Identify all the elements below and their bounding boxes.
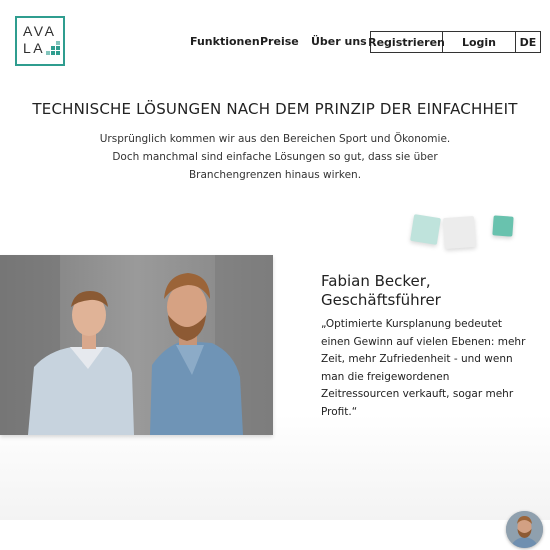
logo-pixel (56, 41, 60, 45)
page-headline: TECHNISCHE LÖSUNGEN NACH DEM PRINZIP DER… (32, 100, 518, 118)
quote-line: Zeit, mehr Zufriedenheit - und wenn (321, 353, 513, 365)
logo-pixel (56, 51, 60, 55)
testimonial-author: Fabian Becker, Geschäftsführer (321, 272, 441, 310)
logo-pixel (51, 51, 55, 55)
decorative-square (492, 215, 514, 237)
language-selector[interactable]: DE (516, 32, 540, 52)
testimonial-quote: „Optimierte Kursplanung bedeutet einen G… (321, 316, 526, 421)
logo-text-line2: LA (23, 40, 46, 56)
nav-preise[interactable]: Preise (260, 35, 299, 48)
team-photo (0, 255, 273, 435)
decorative-square (410, 214, 441, 245)
chat-avatar-icon[interactable] (506, 511, 543, 548)
quote-line: „Optimierte Kursplanung bedeutet (321, 318, 503, 330)
quote-line: Zeitressourcen verkauft, sogar mehr (321, 388, 514, 400)
author-name: Fabian Becker, (321, 272, 431, 290)
quote-line: Profit.“ (321, 405, 358, 418)
logo[interactable]: AVA LA (15, 16, 65, 66)
logo-text-line1: AVA (23, 23, 57, 39)
quote-line: einen Gewinn auf vielen Ebenen: mehr (321, 335, 526, 348)
author-role: Geschäftsführer (321, 291, 441, 309)
intro-line-3: Branchengrenzen hinaus wirken. (188, 169, 362, 181)
logo-pixel (46, 51, 50, 55)
decorative-square (442, 215, 477, 250)
login-button[interactable]: Login (443, 32, 516, 52)
quote-line: man die freigewordenen (321, 370, 450, 383)
register-button[interactable]: Registrieren (368, 32, 445, 52)
nav-funktionen[interactable]: Funktionen (190, 35, 260, 48)
intro-line-2: Doch manchmal sind einfache Lösungen so … (112, 151, 438, 163)
logo-pixel (51, 46, 55, 50)
account-button-group: Registrieren Login DE (368, 31, 541, 53)
nav-ueber-uns[interactable]: Über uns (311, 35, 367, 48)
intro-line-1: Ursprünglich kommen wir aus den Bereiche… (99, 133, 451, 145)
logo-pixel (56, 46, 60, 50)
